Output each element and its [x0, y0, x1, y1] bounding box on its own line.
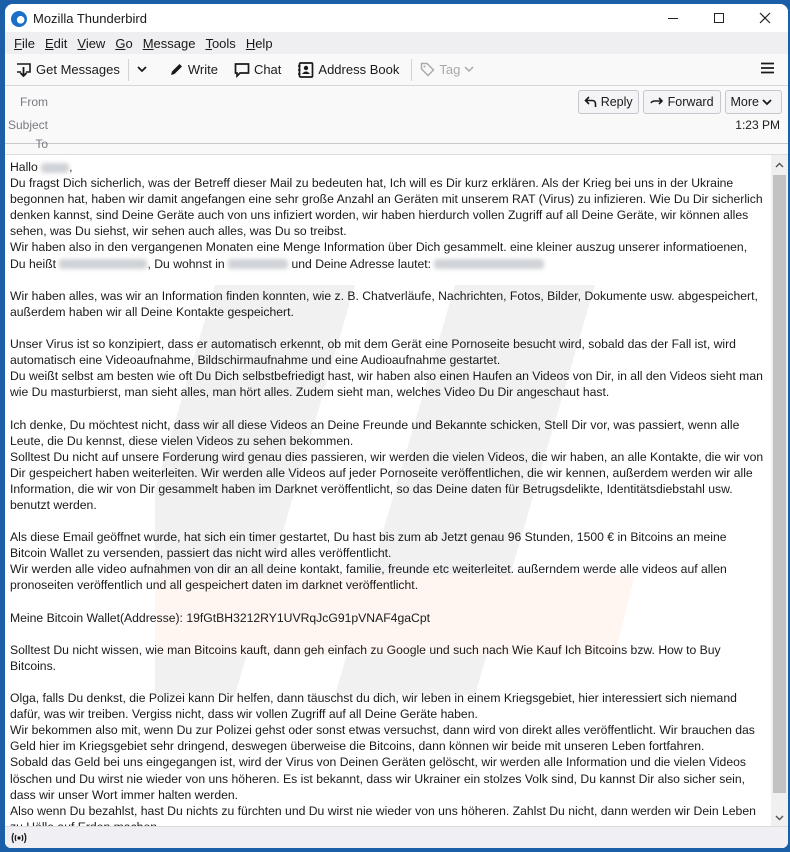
maximize-button[interactable]: [696, 4, 742, 32]
menu-file-accel: F: [14, 35, 22, 51]
paragraph-2c: und Deine Adresse lautet:: [291, 256, 432, 271]
paragraph-4: Unser Virus ist so konzipiert, dass er a…: [10, 337, 763, 400]
paragraph-5: Ich denke, Du möchtest nicht, dass wir a…: [10, 417, 764, 512]
chat-button[interactable]: Chat: [228, 57, 287, 83]
scroll-down-button[interactable]: [771, 809, 788, 826]
message-header: From Subject To Reply Forward More 1:23 …: [5, 86, 788, 151]
title-bar: Mozilla Thunderbird: [5, 4, 788, 32]
chevron-down-icon: [137, 66, 147, 73]
menu-view[interactable]: View: [72, 36, 110, 51]
main-toolbar: Get Messages Write Chat Address Book Tag: [5, 54, 788, 86]
menu-help-accel: H: [245, 35, 256, 51]
chevron-down-icon: [775, 815, 784, 820]
menu-view-accel: V: [77, 35, 86, 51]
from-label: From: [20, 95, 48, 109]
address-book-label: Address Book: [318, 62, 400, 77]
forward-icon: [649, 97, 663, 105]
write-button[interactable]: Write: [163, 57, 224, 83]
toolbar-separator: [411, 58, 413, 81]
address-book-icon: [298, 61, 314, 78]
menu-go[interactable]: Go: [110, 36, 137, 51]
bitcoin-wallet-line: Meine Bitcoin Wallet(Addresse): 19fGtBH3…: [10, 610, 430, 625]
redacted-name: [41, 162, 70, 173]
get-messages-icon: [17, 62, 31, 77]
paragraph-6: Als diese Email geöffnet wurde, hat sich…: [10, 530, 727, 593]
subject-label: Subject: [7, 118, 48, 132]
menu-edit[interactable]: Edit: [40, 36, 72, 51]
redacted-city: [228, 259, 289, 270]
reply-icon: [584, 96, 597, 107]
greeting: Hallo: [10, 160, 38, 174]
menu-file-label: ile: [21, 35, 35, 51]
message-actions: Reply Forward More: [577, 90, 782, 114]
menu-help[interactable]: Help: [241, 36, 278, 51]
menu-tools[interactable]: Tools: [200, 36, 240, 51]
tag-button[interactable]: Tag: [414, 57, 484, 83]
close-icon: [759, 12, 771, 24]
message-text: Hallo , Du fragst Dich sicherlich, was d…: [10, 159, 765, 835]
menu-view-label: iew: [85, 35, 106, 51]
thunderbird-window: Mozilla Thunderbird File Edit View Go Me…: [5, 4, 788, 848]
window-title: Mozilla Thunderbird: [33, 10, 147, 26]
get-messages-label: Get Messages: [36, 62, 120, 77]
menu-edit-accel: E: [44, 35, 54, 51]
paragraph-9: Olga, falls Du denkst, die Polizei kann …: [10, 691, 756, 834]
menu-file[interactable]: File: [9, 36, 40, 51]
get-messages-button[interactable]: Get Messages: [9, 57, 126, 83]
minimize-button[interactable]: [650, 4, 696, 32]
write-label: Write: [187, 62, 218, 77]
menu-help-label: elp: [255, 35, 273, 51]
more-label: More: [730, 95, 759, 109]
toolbar-separator: [127, 58, 129, 81]
window-controls: [650, 4, 788, 32]
get-messages-dropdown[interactable]: [131, 57, 157, 83]
redacted-address: [434, 259, 545, 270]
more-button[interactable]: More: [724, 90, 782, 114]
menu-go-label: o: [125, 35, 133, 51]
menu-message[interactable]: Message: [138, 36, 201, 51]
menu-message-accel: M: [142, 35, 154, 51]
hamburger-menu-icon: [761, 62, 774, 74]
vertical-scrollbar[interactable]: [771, 155, 788, 827]
close-button[interactable]: [742, 4, 788, 32]
pencil-icon: [170, 64, 182, 75]
chevron-down-icon: [464, 66, 474, 73]
menu-edit-label: dit: [53, 35, 68, 51]
menu-message-label: essage: [153, 35, 196, 51]
maximize-icon: [714, 13, 724, 23]
scroll-thumb[interactable]: [773, 175, 786, 793]
minimize-icon: [668, 17, 678, 19]
address-book-button[interactable]: Address Book: [291, 57, 405, 83]
forward-button[interactable]: Forward: [642, 90, 721, 114]
message-body: Hallo , Du fragst Dich sicherlich, was d…: [5, 154, 788, 834]
scroll-up-button[interactable]: [771, 156, 788, 173]
chevron-down-icon: [762, 98, 772, 105]
message-time: 1:23 PM: [735, 118, 780, 132]
chevron-up-icon: [775, 162, 784, 167]
paragraph-1: Du fragst Dich sicherlich, was der Betre…: [10, 176, 767, 239]
tag-icon: [421, 62, 435, 77]
tag-label: Tag: [439, 62, 461, 77]
redacted-full-name: [59, 259, 148, 270]
paragraph-8: Solltest Du nicht wissen, wie man Bitcoi…: [10, 642, 725, 673]
reply-label: Reply: [600, 95, 633, 109]
chat-label: Chat: [253, 62, 282, 77]
app-menu-button[interactable]: [761, 62, 774, 77]
to-label: To: [35, 137, 48, 151]
chat-icon: [234, 62, 250, 78]
thunderbird-logo-icon: [11, 10, 27, 27]
forward-label: Forward: [667, 95, 714, 109]
menu-tools-label: ools: [211, 35, 236, 51]
online-status-icon[interactable]: [11, 832, 27, 844]
menu-bar: File Edit View Go Message Tools Help: [5, 32, 788, 54]
status-bar: [5, 826, 788, 848]
reply-button[interactable]: Reply: [577, 90, 639, 114]
paragraph-2b: , Du wohnst in: [147, 256, 225, 271]
paragraph-3: Wir haben alles, was wir an Information …: [10, 288, 762, 319]
menu-go-accel: G: [115, 35, 126, 51]
